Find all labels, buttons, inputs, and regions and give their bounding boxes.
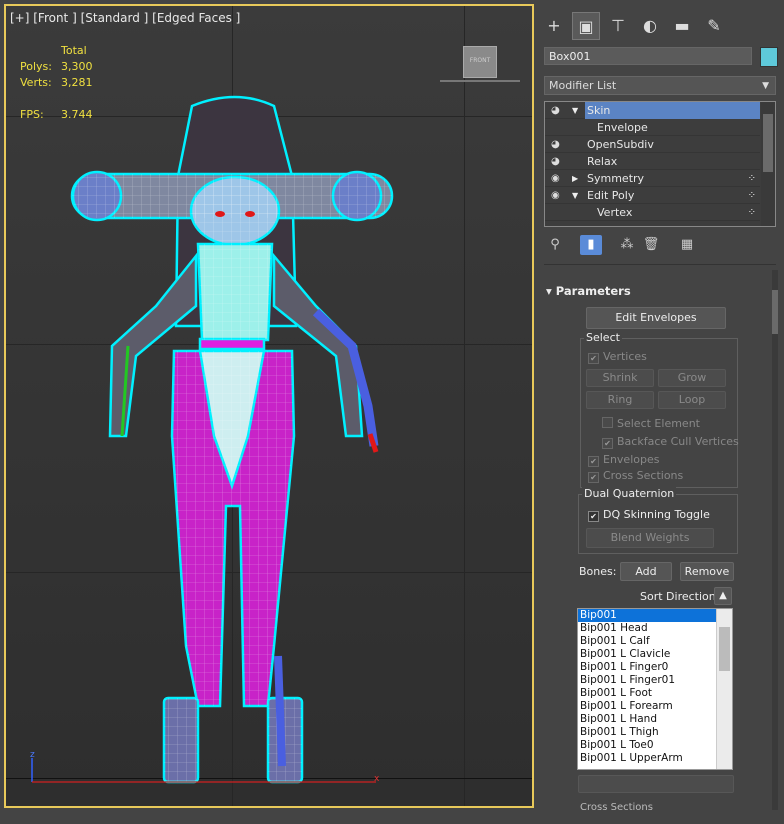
object-color-swatch[interactable] xyxy=(760,47,778,67)
axis-x-label: x xyxy=(374,774,380,784)
instance-icon: ⁘ xyxy=(747,207,756,218)
cross-sections-checkbox[interactable]: ✔ Cross Sections xyxy=(588,469,683,483)
bone-list-item[interactable]: Bip001 L Hand xyxy=(578,713,732,726)
instance-icon: ⁘ xyxy=(747,190,756,201)
vertices-checkbox[interactable]: ✔ Vertices xyxy=(588,350,647,364)
bones-list-scrollbar[interactable] xyxy=(716,609,732,769)
bone-list-item[interactable]: Bip001 L Calf xyxy=(578,635,732,648)
stack-item-skin[interactable]: ◕ ▼ Skin xyxy=(545,102,760,119)
eye-icon[interactable]: ◉ xyxy=(551,170,565,187)
bone-name-field[interactable] xyxy=(578,775,734,793)
character-model[interactable] xyxy=(6,6,532,806)
stack-item-edit-poly[interactable]: ◉ ▼ Edit Poly ⁘ xyxy=(545,187,760,204)
instance-icon: ⁘ xyxy=(747,173,756,184)
blend-weights-button[interactable]: Blend Weights xyxy=(586,528,714,548)
parameters-rollout-header[interactable]: ▾ Parameters xyxy=(546,284,631,298)
remove-bone-button[interactable]: Remove xyxy=(680,562,734,581)
expand-triangle-icon[interactable]: ▶ xyxy=(572,170,578,187)
select-group-label: Select xyxy=(584,331,622,344)
bones-label: Bones: xyxy=(579,565,617,578)
stack-scrollbar[interactable] xyxy=(761,102,775,226)
panel-scrollbar[interactable] xyxy=(772,270,778,810)
stack-item-opensubdiv[interactable]: ◕ OpenSubdiv xyxy=(545,136,760,153)
envelopes-checkbox[interactable]: ✔ Envelopes xyxy=(588,453,659,467)
bone-list-item[interactable]: Bip001 L Thigh xyxy=(578,726,732,739)
scroll-thumb[interactable] xyxy=(719,627,730,671)
motion-tab-icon[interactable]: ◐ xyxy=(636,12,664,40)
pin-stack-icon[interactable]: ⚲ xyxy=(544,235,566,255)
front-viewport[interactable]: [+] [Front ] [Standard ] [Edged Faces ] … xyxy=(4,4,534,808)
cross-sections-rollout-label: Cross Sections xyxy=(580,802,653,813)
make-unique-icon[interactable]: ⁂ xyxy=(616,235,638,255)
modifier-list-label: Modifier List xyxy=(549,79,617,92)
command-panel: + ▣ ⊤ ◐ ▬ ✎ Box001 Modifier List ▼ ◕ ▼ S… xyxy=(536,0,784,824)
display-tab-icon[interactable]: ▬ xyxy=(668,12,696,40)
add-bone-button[interactable]: Add xyxy=(620,562,672,581)
object-name-field[interactable]: Box001 xyxy=(544,47,752,65)
eye-icon[interactable]: ◉ xyxy=(551,187,565,204)
rollout-separator[interactable] xyxy=(544,264,776,267)
loop-button[interactable]: Loop xyxy=(658,391,726,409)
light-bulb-icon[interactable]: ◕ xyxy=(551,153,565,170)
delete-modifier-icon[interactable]: 🗑︎ xyxy=(640,235,662,255)
bone-list-item[interactable]: Bip001 L Finger0 xyxy=(578,661,732,674)
bone-list-item[interactable]: Bip001 L Toe0 xyxy=(578,739,732,752)
chevron-down-icon: ▼ xyxy=(762,81,769,91)
backface-cull-checkbox[interactable]: ✔ Backface Cull Vertices xyxy=(602,435,739,449)
expand-triangle-icon[interactable]: ▼ xyxy=(572,187,578,204)
modifier-stack[interactable]: ◕ ▼ Skin Envelope ◕ OpenSubdiv ◕ Relax ◉… xyxy=(544,101,776,227)
edit-envelopes-button[interactable]: Edit Envelopes xyxy=(586,307,726,329)
utilities-tab-icon[interactable]: ✎ xyxy=(700,12,728,40)
scroll-thumb[interactable] xyxy=(763,114,773,172)
stack-item-vertex[interactable]: Vertex ⁘ xyxy=(545,204,760,221)
light-bulb-icon[interactable]: ◕ xyxy=(551,136,565,153)
bone-list-item[interactable]: Bip001 L Forearm xyxy=(578,700,732,713)
modify-tab-icon[interactable]: ▣ xyxy=(572,12,600,40)
select-element-checkbox[interactable]: Select Element xyxy=(602,417,700,430)
bone-list-item[interactable]: Bip001 L Finger01 xyxy=(578,674,732,687)
expand-triangle-icon[interactable]: ▼ xyxy=(572,102,578,119)
dual-quaternion-label: Dual Quaternion xyxy=(582,487,677,500)
bone-list-item[interactable]: Bip001 Head xyxy=(578,622,732,635)
stack-item-envelope[interactable]: Envelope xyxy=(545,119,760,136)
bone-list-item[interactable]: Bip001 L Clavicle xyxy=(578,648,732,661)
modifier-list-dropdown[interactable]: Modifier List ▼ xyxy=(544,76,776,95)
light-bulb-icon[interactable]: ◕ xyxy=(551,102,565,119)
shrink-button[interactable]: Shrink xyxy=(586,369,654,387)
scroll-thumb[interactable] xyxy=(772,290,778,334)
configure-modifier-sets-icon[interactable]: ▦ xyxy=(676,235,698,255)
show-end-result-icon[interactable]: ▮ xyxy=(580,235,602,255)
hierarchy-tab-icon[interactable]: ⊤ xyxy=(604,12,632,40)
create-tab-plus-icon[interactable]: + xyxy=(540,12,568,40)
ring-button[interactable]: Ring xyxy=(586,391,654,409)
grow-button[interactable]: Grow xyxy=(658,369,726,387)
axis-z-label: z xyxy=(30,750,35,760)
bone-list-item[interactable]: Bip001 L UpperArm xyxy=(578,752,732,765)
sort-direction-label: Sort Direction: xyxy=(640,590,720,603)
sort-direction-up-icon[interactable]: ▲ xyxy=(714,587,732,605)
bone-list-item[interactable]: Bip001 xyxy=(578,609,732,622)
stack-item-relax[interactable]: ◕ Relax xyxy=(545,153,760,170)
dq-skinning-toggle-checkbox[interactable]: ✔ DQ Skinning Toggle xyxy=(588,508,710,522)
stack-item-symmetry[interactable]: ◉ ▶ Symmetry ⁘ xyxy=(545,170,760,187)
bones-list[interactable]: Bip001 Bip001 Head Bip001 L Calf Bip001 … xyxy=(577,608,733,770)
bone-list-item[interactable]: Bip001 L Foot xyxy=(578,687,732,700)
